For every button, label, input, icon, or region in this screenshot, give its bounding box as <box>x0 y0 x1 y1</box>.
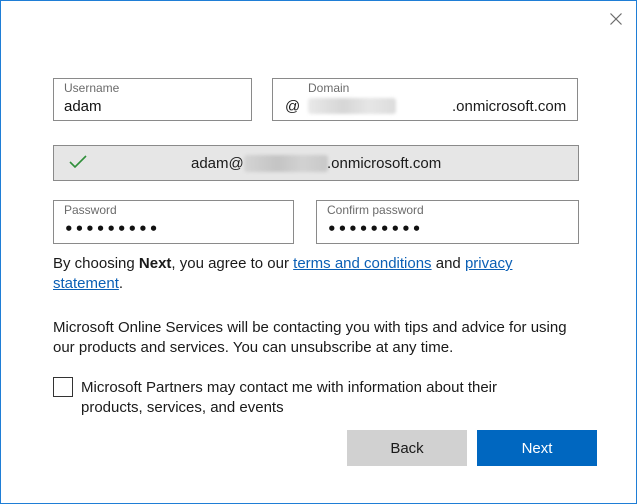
confirm-password-field[interactable]: Confirm password ••••••••• <box>316 200 579 244</box>
username-value[interactable]: adam <box>64 98 102 115</box>
email-preview-user: adam@ <box>191 155 244 172</box>
back-button[interactable]: Back <box>347 430 467 466</box>
agreement-middle: , you agree to our <box>171 255 294 272</box>
info-text: Microsoft Online Services will be contac… <box>53 319 567 356</box>
password-mask[interactable]: ••••••••• <box>64 220 159 238</box>
username-field[interactable]: Username adam <box>53 78 252 121</box>
sign-up-dialog: Username adam Domain @ .onmicrosoft.com … <box>0 0 637 504</box>
domain-label: Domain <box>308 81 350 95</box>
close-button[interactable] <box>606 9 626 29</box>
close-icon <box>610 13 622 25</box>
confirm-password-mask[interactable]: ••••••••• <box>327 220 422 238</box>
agreement-and: and <box>431 255 465 272</box>
at-sign: @ <box>285 98 301 115</box>
domain-field[interactable]: Domain @ .onmicrosoft.com <box>272 78 578 121</box>
username-label: Username <box>64 81 120 95</box>
agreement-end: . <box>118 275 124 292</box>
email-preview-domain: .onmicrosoft.com <box>327 155 442 172</box>
agreement-prefix: By choosing <box>53 255 139 272</box>
domain-suffix: .onmicrosoft.com <box>452 98 567 115</box>
password-label: Password <box>64 203 117 217</box>
redacted-domain-preview <box>244 155 328 172</box>
partners-checkbox[interactable] <box>53 377 73 397</box>
checkmark-icon <box>69 155 87 169</box>
agreement-next-bold: Next <box>138 255 172 272</box>
partners-checkbox-label[interactable]: Microsoft Partners may contact me with i… <box>81 378 521 418</box>
redacted-domain[interactable] <box>308 98 396 114</box>
email-preview-bar: adam@ .onmicrosoft.com <box>53 145 579 181</box>
agreement-text: By choosing Next, you agree to our terms… <box>53 254 573 294</box>
next-button[interactable]: Next <box>477 430 597 466</box>
terms-link[interactable]: terms and conditions <box>293 255 431 272</box>
confirm-password-label: Confirm password <box>327 203 424 217</box>
password-field[interactable]: Password ••••••••• <box>53 200 294 244</box>
